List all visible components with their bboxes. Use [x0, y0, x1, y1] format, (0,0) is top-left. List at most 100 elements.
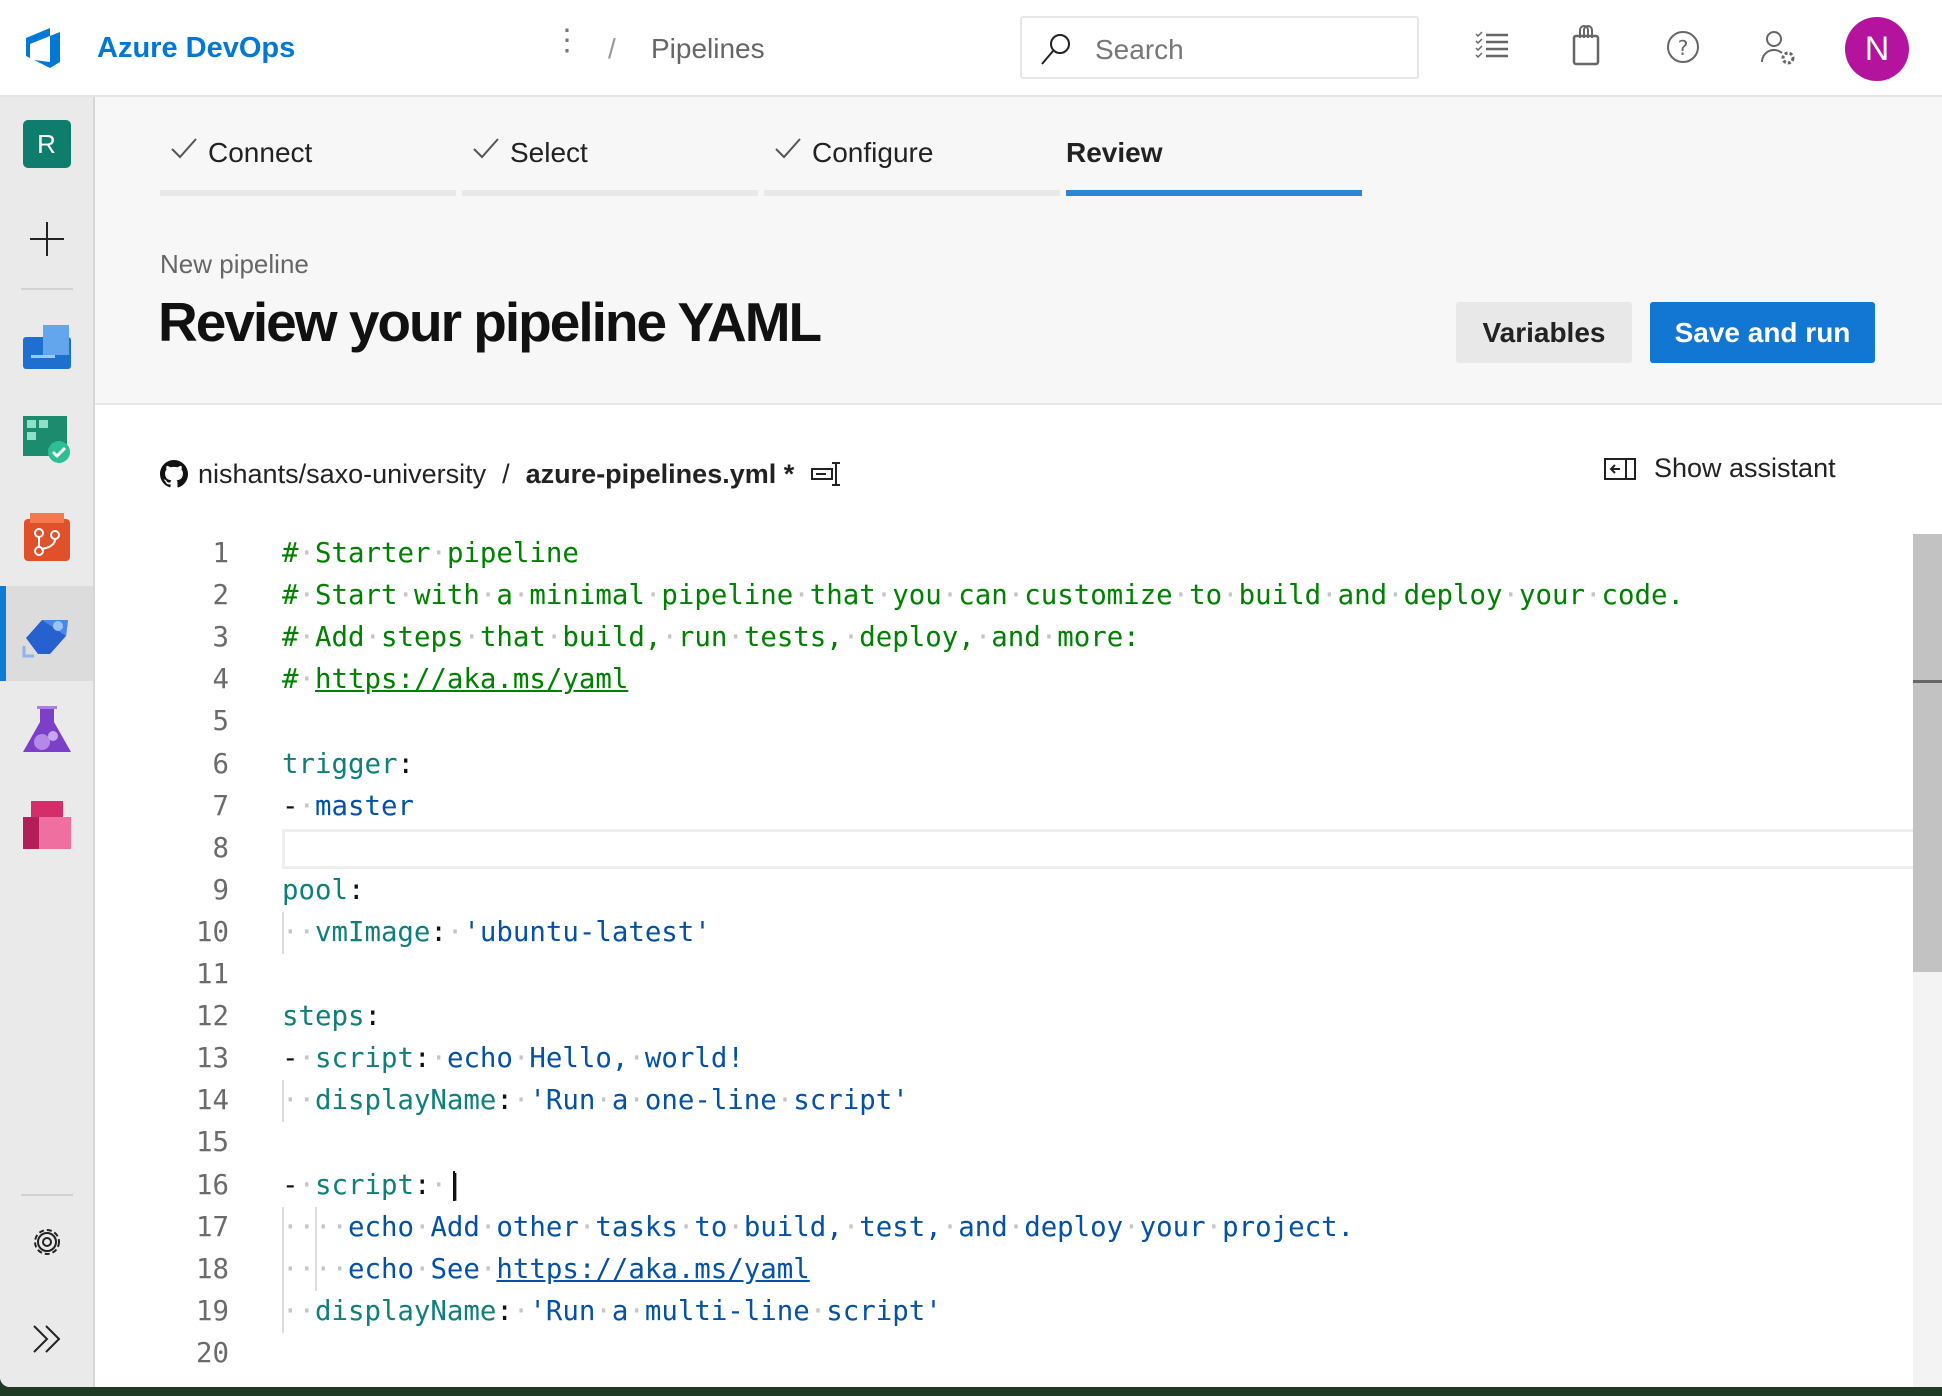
sidebar-item-artifacts[interactable]: [0, 785, 93, 865]
code-line[interactable]: ··displayName:·'Run·a·multi-line·script': [282, 1291, 942, 1333]
check-icon: [473, 138, 499, 159]
code-token: ·: [595, 1085, 612, 1117]
sidebar-item-repos[interactable]: [0, 497, 93, 577]
code-token: ·: [413, 1253, 431, 1285]
user-settings-icon[interactable]: [1760, 30, 1800, 68]
editor-scrollbar[interactable]: [1913, 534, 1942, 1387]
rename-icon[interactable]: [810, 460, 844, 488]
marketplace-bag-icon[interactable]: [1570, 24, 1602, 66]
variables-button[interactable]: Variables: [1456, 302, 1632, 363]
code-token: ·: [875, 580, 893, 612]
task-list-icon[interactable]: [1474, 28, 1510, 64]
code-token: |: [446, 1169, 464, 1201]
breadcrumb-pipelines[interactable]: Pipelines: [651, 33, 765, 65]
sidebar-item-boards[interactable]: [0, 400, 93, 480]
line-number: 11: [196, 959, 229, 990]
wizard-step-bar: [764, 190, 1060, 196]
wizard-step-select[interactable]: Select: [462, 97, 758, 196]
code-token: deploy,: [859, 622, 975, 654]
code-token: ··: [282, 916, 315, 948]
yaml-editor[interactable]: 1 #·Starter·pipeline 2 #·Start·with·a·minim…: [95, 533, 1922, 1387]
indent-guide: [282, 1290, 284, 1333]
sidebar-settings[interactable]: [0, 1202, 93, 1282]
code-token: Add: [315, 622, 365, 654]
code-token: :: [496, 1295, 513, 1327]
search-input[interactable]: Search: [1020, 16, 1419, 79]
code-token: ·: [1387, 580, 1404, 612]
code-line[interactable]: steps:: [282, 996, 381, 1038]
code-token: project.: [1222, 1211, 1355, 1243]
code-line[interactable]: pool:: [282, 870, 364, 912]
gear-icon: [33, 1229, 60, 1255]
code-token: script: [315, 1169, 414, 1201]
indent-guide: [282, 1080, 284, 1123]
indent-guide: [315, 1248, 317, 1291]
svg-text:?: ?: [1678, 36, 1689, 60]
brand-name[interactable]: Azure DevOps: [97, 32, 295, 65]
sidebar-new[interactable]: [0, 199, 93, 279]
code-line[interactable]: #·Start·with·a·minimal·pipeline·that·you…: [282, 575, 1684, 617]
line-number: 17: [196, 1211, 229, 1243]
sidebar-item-test-plans[interactable]: [0, 690, 93, 770]
wizard-step-configure[interactable]: Configure: [764, 97, 1060, 196]
user-avatar[interactable]: N: [1845, 17, 1909, 81]
code-token: ·: [1007, 1211, 1025, 1243]
show-assistant-button[interactable]: Show assistant: [1604, 453, 1836, 484]
code-token: your: [1139, 1211, 1206, 1243]
sidebar-project[interactable]: R: [0, 104, 93, 184]
save-and-run-button[interactable]: Save and run: [1650, 302, 1875, 363]
code-token: ·: [727, 1211, 744, 1243]
code-token: :: [413, 1169, 431, 1201]
wizard-step-label: Connect: [208, 137, 313, 168]
wizard-step-review[interactable]: Review: [1066, 97, 1362, 196]
code-line[interactable]: #·Starter·pipeline: [282, 533, 579, 575]
code-line[interactable]: ··displayName:·'Run·a·one-line·script': [282, 1080, 909, 1122]
code-token: :: [397, 748, 414, 780]
code-link[interactable]: https://aka.ms/yaml: [496, 1254, 809, 1285]
top-bar: Azure DevOps ⋮ / Pipelines Search ? N: [0, 0, 1942, 97]
code-token: ·: [644, 580, 662, 612]
wizard-step-connect[interactable]: Connect: [160, 97, 456, 196]
code-token: can: [958, 580, 1008, 612]
code-token: ·: [842, 622, 860, 654]
code-line[interactable]: ··vmImage:·'ubuntu-latest': [282, 912, 711, 954]
code-line[interactable]: -·master: [282, 786, 414, 828]
azure-devops-logo-icon[interactable]: [24, 26, 68, 70]
wizard-step-label: Review: [1066, 137, 1163, 168]
code-token: ·: [1321, 580, 1338, 612]
code-token: minimal: [529, 580, 645, 612]
code-line[interactable]: #·Add·steps·that·build,·run·tests,·deplo…: [282, 617, 1140, 659]
code-token: -: [282, 1043, 299, 1075]
code-token: trigger: [282, 748, 398, 780]
code-link[interactable]: https://aka.ms/yaml: [315, 664, 628, 695]
sidebar-expand[interactable]: [0, 1299, 93, 1379]
help-icon[interactable]: ?: [1666, 30, 1700, 64]
more-vertical-icon[interactable]: ⋮: [552, 26, 582, 56]
code-token: more:: [1057, 622, 1140, 654]
code-token: ·: [677, 1211, 695, 1243]
code-token: ·: [809, 1295, 827, 1327]
sidebar-item-pipelines[interactable]: [0, 586, 93, 681]
code-token: #: [282, 538, 299, 569]
wizard-step-label: Select: [510, 137, 588, 168]
boards-icon: [22, 416, 70, 463]
code-line[interactable]: -·script:·echo·Hello,·world!: [282, 1038, 744, 1080]
scrollbar-thumb[interactable]: [1913, 534, 1942, 972]
page-title: Review your pipeline YAML: [158, 291, 822, 353]
repo-link[interactable]: nishants/saxo-university: [198, 459, 486, 490]
line-number: 15: [196, 1127, 229, 1159]
code-line[interactable]: ····echo·Add·other·tasks·to·build,·test,…: [282, 1207, 1354, 1249]
sidebar-item-overview[interactable]: [0, 306, 93, 386]
code-token: ··: [282, 1295, 315, 1327]
code-line[interactable]: -·script:·|: [282, 1165, 463, 1207]
code-line[interactable]: ····echo·See·https://aka.ms/yaml: [282, 1249, 810, 1291]
code-token: displayName: [314, 1295, 497, 1327]
code-token: ·: [512, 1085, 530, 1117]
code-token: build: [1238, 580, 1322, 612]
code-token: echo: [347, 1211, 414, 1243]
code-token: ·: [793, 580, 810, 612]
code-line[interactable]: trigger:: [282, 744, 414, 786]
code-token: ·: [430, 1169, 447, 1201]
code-line[interactable]: #·https://aka.ms/yaml: [282, 659, 628, 701]
code-token: ·: [298, 622, 316, 654]
